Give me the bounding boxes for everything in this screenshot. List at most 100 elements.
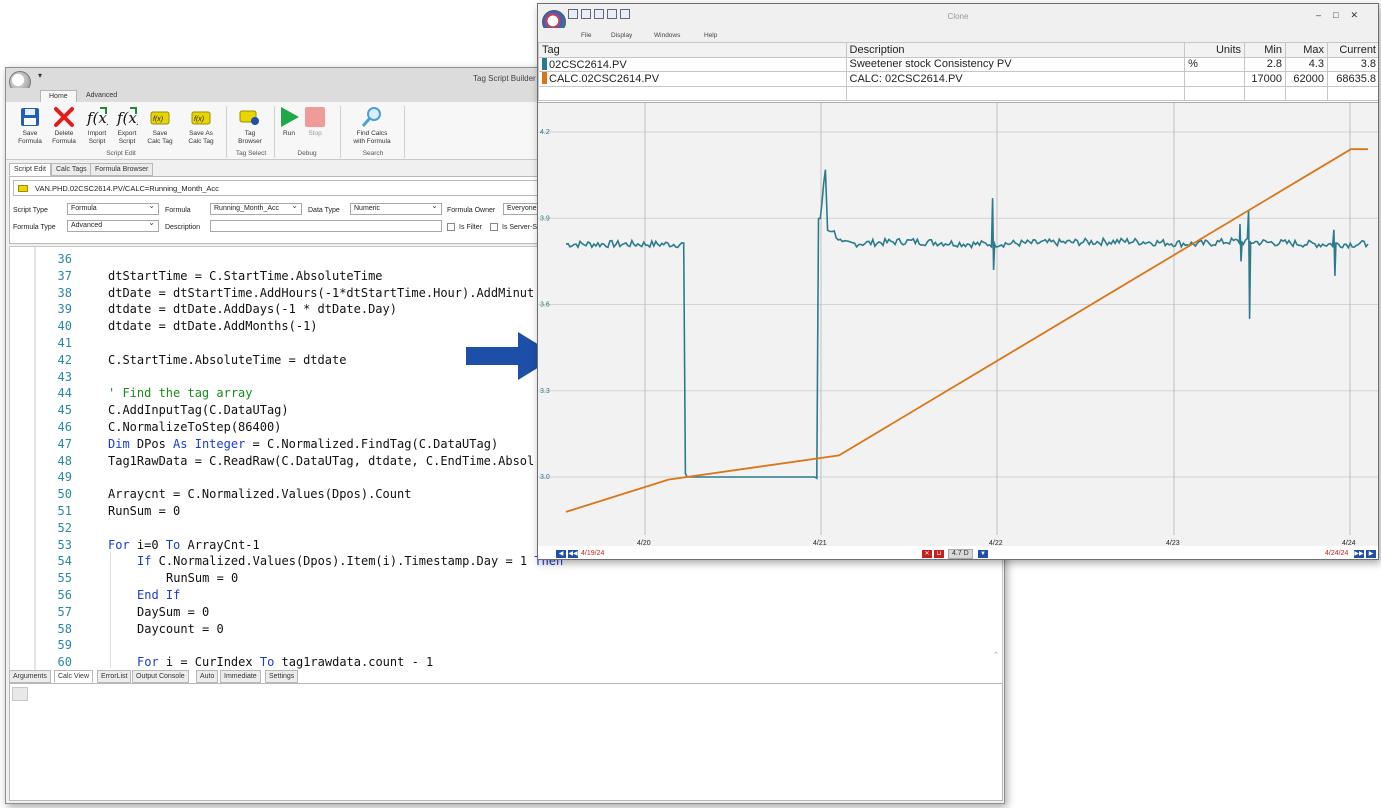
tab-home[interactable]: Home: [40, 90, 77, 102]
zoom-reset-icon[interactable]: ⊔: [934, 550, 944, 558]
formula-select[interactable]: Running_Month_Acc: [210, 201, 302, 215]
line-number: 55: [57, 571, 72, 586]
tab-arguments[interactable]: Arguments: [9, 670, 51, 683]
col-min[interactable]: Min: [1244, 42, 1286, 58]
max-cell: 62000: [1285, 71, 1328, 87]
line-number: 47: [57, 436, 72, 451]
menu-windows[interactable]: Windows: [654, 32, 680, 39]
page-right-icon[interactable]: ▶▶: [1354, 550, 1364, 558]
scroll-left-icon[interactable]: ◀: [556, 550, 566, 558]
menu-file[interactable]: File: [581, 32, 591, 39]
line-number: 51: [57, 504, 72, 518]
code-line[interactable]: 56 End If: [10, 587, 980, 604]
table-row[interactable]: 02CSC2614.PV Sweetener stock Consistency…: [538, 56, 1378, 72]
page-left-icon[interactable]: ◀◀: [568, 550, 578, 558]
code-text: DaySum = 0: [137, 604, 210, 619]
description-input[interactable]: [210, 220, 442, 232]
tab-script-edit[interactable]: Script Edit: [9, 163, 51, 176]
is-filter-checkbox[interactable]: [447, 223, 455, 231]
save-formula-button[interactable]: Save Formula: [14, 106, 46, 145]
line-number: 43: [57, 369, 72, 384]
menu-display[interactable]: Display: [611, 32, 632, 39]
menu-bar: File Display Windows Help: [538, 28, 1378, 42]
span-dropdown-icon[interactable]: ▼: [978, 550, 988, 558]
x-tick-label: 4/24: [1342, 540, 1356, 547]
table-row-empty[interactable]: [538, 85, 1378, 101]
is-server-checkbox[interactable]: [490, 223, 498, 231]
group-separator: [404, 106, 405, 158]
code-text: RunSum = 0: [166, 571, 239, 586]
svg-text:f(x): f(x): [116, 109, 138, 127]
tab-immediate[interactable]: Immediate: [220, 670, 261, 683]
tab-advanced[interactable]: Advanced: [78, 90, 125, 102]
tag-browser-icon: [239, 110, 259, 125]
menu-help[interactable]: Help: [704, 32, 717, 39]
code-text: ' Find the tag array: [108, 386, 253, 401]
group-label-tag-select: Tag Select: [235, 150, 267, 157]
code-text: dtdate = dtDate.AddDays(-1 * dtDate.Day): [108, 302, 397, 317]
tab-formula-browser[interactable]: Formula Browser: [90, 163, 154, 176]
close-icon[interactable]: ✕: [1350, 10, 1370, 20]
quick-access-dropdown-icon[interactable]: ▾: [38, 71, 42, 80]
window-title: Clone: [947, 12, 969, 21]
table-row[interactable]: CALC.02CSC2614.PV CALC: 02CSC2614.PV 170…: [538, 71, 1378, 87]
save-calc-tag-button[interactable]: f(x) Save Calc Tag: [144, 106, 176, 145]
start-date[interactable]: 4/19/24: [581, 550, 604, 557]
line-number: 42: [57, 352, 72, 367]
tab-auto[interactable]: Auto: [196, 670, 219, 683]
x-tick-label: 4/21: [813, 540, 827, 547]
code-text: Daycount = 0: [137, 621, 224, 636]
data-type-select[interactable]: Numeric: [350, 201, 442, 215]
y-tick-label: 3.0: [540, 474, 550, 481]
play-icon: [281, 107, 299, 127]
code-line[interactable]: 58 Daycount = 0: [10, 621, 980, 638]
line-number: 56: [57, 588, 72, 602]
import-script-button[interactable]: f(x) Import Script: [82, 106, 112, 145]
line-number: 48: [57, 453, 72, 468]
tab-error-list[interactable]: ErrorList: [97, 670, 132, 683]
formula-owner-label: Formula Owner: [447, 207, 496, 214]
col-max[interactable]: Max: [1285, 42, 1328, 58]
tab-output-console[interactable]: Output Console: [132, 670, 189, 683]
grid-corner-cell[interactable]: [12, 687, 28, 701]
col-units[interactable]: Units: [1184, 42, 1246, 58]
find-calcs-button[interactable]: Find Calcs with Formula: [344, 106, 400, 145]
y-tick-label: 3.3: [540, 388, 550, 395]
save-calc-tag-label: Save Calc Tag: [147, 130, 173, 145]
stop-button[interactable]: Stop: [304, 106, 326, 138]
save-as-calc-tag-button[interactable]: f(x) Save As Calc Tag: [182, 106, 220, 145]
code-text: RunSum = 0: [108, 504, 181, 518]
trend-plot[interactable]: 4.2 3.9 3.6 3.3 3.0 4/20 4/21 4/22 4/23 4/24: [538, 102, 1378, 547]
code-line[interactable]: 59: [10, 637, 980, 654]
line-number: 50: [57, 487, 72, 502]
magnifier-icon: [361, 107, 381, 127]
group-separator: [274, 106, 275, 158]
line-number: 45: [57, 403, 72, 418]
minimize-icon[interactable]: –: [1316, 10, 1333, 20]
units-cell: %: [1184, 56, 1246, 72]
title-bar: Clone –□✕: [538, 4, 1378, 34]
export-script-button[interactable]: f(x) Export Script: [112, 106, 142, 145]
end-date[interactable]: 4/24/24: [1325, 550, 1348, 557]
delete-formula-button[interactable]: Delete Formula: [48, 106, 80, 145]
x-tick-label: 4/23: [1166, 540, 1180, 547]
tab-calc-view[interactable]: Calc View: [54, 670, 93, 683]
col-description[interactable]: Description: [845, 42, 1186, 58]
time-span[interactable]: 4.7 D: [948, 549, 973, 559]
zoom-out-icon[interactable]: ✕: [922, 550, 932, 558]
script-type-select[interactable]: Formula: [67, 201, 159, 215]
line-number: 59: [57, 638, 72, 653]
col-tag[interactable]: Tag: [538, 42, 847, 58]
tab-settings[interactable]: Settings: [265, 670, 299, 683]
tag-browser-button[interactable]: Tag Browser: [232, 106, 268, 145]
scroll-right-icon[interactable]: ▶: [1366, 550, 1376, 558]
maximize-icon[interactable]: □: [1333, 10, 1350, 20]
scroll-up-icon[interactable]: ⌃: [993, 651, 999, 659]
time-navigation-bar: ◀ ◀◀ 4/19/24 ✕ ⊔ 4.7 D ▼ 4/24/24 ▶▶ ▶: [538, 548, 1378, 559]
run-button[interactable]: Run: [278, 106, 300, 138]
code-line[interactable]: 57 DaySum = 0: [10, 604, 980, 621]
tab-calc-tags[interactable]: Calc Tags: [51, 163, 92, 176]
code-line[interactable]: 55 RunSum = 0: [10, 570, 980, 587]
formula-type-select[interactable]: Advanced: [67, 218, 159, 232]
col-current[interactable]: Current: [1326, 42, 1378, 58]
